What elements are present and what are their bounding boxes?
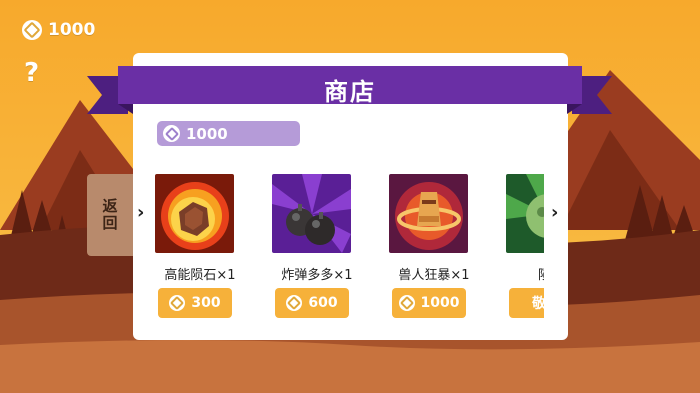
coin-icon	[163, 125, 180, 142]
buy-button[interactable]: 300	[158, 288, 232, 318]
shop-balance-value: 1000	[186, 124, 228, 143]
item-name: 炸弹多多×1	[281, 268, 353, 283]
coin-icon	[169, 295, 186, 311]
shop-item-list: 高能陨石×1 300 炸弹多多×1 600 兽人狂暴×1 1000 敬	[146, 170, 544, 325]
price-label: 600	[308, 295, 338, 311]
buy-button[interactable]: 600	[275, 288, 349, 318]
price-label: 敬请	[532, 296, 544, 312]
back-label: 返回	[100, 198, 119, 232]
item-name: 陨石	[497, 264, 544, 283]
buy-button[interactable]: 敬请	[509, 288, 544, 318]
item-name: 高能陨石×1	[164, 268, 236, 283]
scroll-left-arrow-icon[interactable]: ›	[137, 202, 144, 223]
price-label: 1000	[420, 295, 460, 311]
coin-icon	[22, 20, 42, 40]
back-button[interactable]: 返回	[87, 174, 133, 256]
shop-balance: 1000	[157, 121, 300, 146]
scroll-right-arrow-icon[interactable]: ›	[551, 202, 558, 223]
coin-icon	[398, 295, 415, 311]
coin-counter: 1000	[22, 20, 95, 40]
shop-title: 商店	[324, 78, 376, 106]
green-meteor-icon	[506, 174, 544, 253]
bombs-icon	[272, 174, 351, 253]
buy-button[interactable]: 1000	[392, 288, 466, 318]
orc-rage-icon	[389, 174, 468, 253]
price-label: 300	[191, 295, 221, 311]
coin-icon	[286, 295, 303, 311]
help-button[interactable]: ?	[24, 58, 39, 88]
meteor-icon	[155, 174, 234, 253]
coin-count: 1000	[48, 20, 96, 40]
item-name: 兽人狂暴×1	[398, 268, 470, 283]
